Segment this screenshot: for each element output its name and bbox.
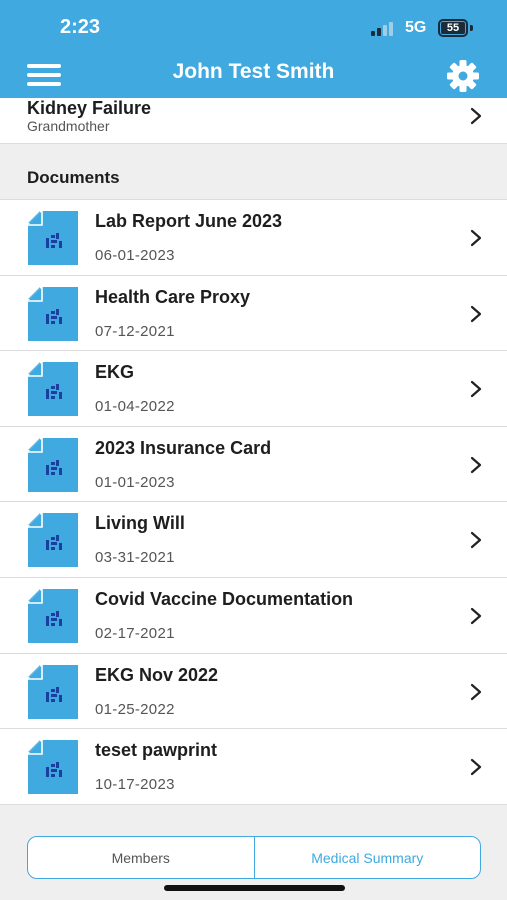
document-row[interactable]: EKG Nov 2022 01-25-2022 xyxy=(0,654,507,730)
relation-label: Grandmother xyxy=(27,118,110,134)
gear-icon[interactable] xyxy=(444,58,482,96)
document-row[interactable]: Living Will 03-31-2021 xyxy=(0,502,507,578)
chevron-right-icon xyxy=(470,107,482,125)
cellular-signal-icon xyxy=(371,22,397,36)
chevron-right-icon xyxy=(470,607,482,625)
document-date: 03-31-2021 xyxy=(95,549,175,567)
chevron-right-icon xyxy=(470,229,482,247)
document-icon xyxy=(28,211,78,265)
document-name: EKG xyxy=(95,362,135,383)
battery-level: 55 xyxy=(441,22,465,34)
document-row[interactable]: teset pawprint 10-17-2023 xyxy=(0,729,507,805)
document-icon xyxy=(28,588,78,643)
document-row[interactable]: 2023 Insurance Card 01-01-2023 xyxy=(0,427,507,503)
chevron-right-icon xyxy=(470,683,482,700)
network-type: 5G xyxy=(405,19,427,36)
document-icon xyxy=(28,664,78,719)
document-date: 07-12-2021 xyxy=(95,322,175,340)
status-time: 2:23 xyxy=(60,16,101,38)
battery-icon: 55 xyxy=(438,19,468,37)
chevron-right-icon xyxy=(470,532,482,549)
document-name: 2023 Insurance Card xyxy=(95,437,272,458)
home-indicator xyxy=(164,885,345,891)
documents-section-label: Documents xyxy=(27,168,120,187)
documents-list: Lab Report June 2023 06-01-2023 Health C… xyxy=(0,199,507,805)
document-date: 10-17-2023 xyxy=(95,776,175,794)
family-history-item[interactable]: Kidney Failure Grandmother xyxy=(0,98,507,144)
document-name: Lab Report June 2023 xyxy=(95,211,283,231)
document-name: Covid Vaccine Documentation xyxy=(95,588,354,609)
document-icon xyxy=(28,362,78,417)
page-title: John Test Smith xyxy=(172,60,335,83)
document-row[interactable]: Covid Vaccine Documentation 02-17-2021 xyxy=(0,578,507,654)
app-header: 2:23 5G 55 John Test Smith xyxy=(0,0,507,98)
document-icon xyxy=(28,286,78,341)
chevron-right-icon xyxy=(470,456,482,473)
tab-medical-summary[interactable]: Medical Summary xyxy=(255,837,481,878)
document-row[interactable]: EKG 01-04-2022 xyxy=(0,351,507,427)
battery-cap xyxy=(470,25,473,31)
document-icon xyxy=(28,437,78,492)
document-date: 01-04-2022 xyxy=(95,398,175,416)
chevron-right-icon xyxy=(470,759,482,776)
document-name: EKG Nov 2022 xyxy=(95,664,219,685)
document-date: 01-01-2023 xyxy=(95,473,175,491)
document-name: teset pawprint xyxy=(95,740,218,761)
tab-members[interactable]: Members xyxy=(28,837,255,878)
document-icon xyxy=(28,740,78,795)
document-date: 06-01-2023 xyxy=(95,247,175,264)
chevron-right-icon xyxy=(470,381,482,398)
condition-name: Kidney Failure xyxy=(27,98,152,118)
document-name: Living Will xyxy=(95,513,185,534)
document-name: Health Care Proxy xyxy=(95,286,251,307)
document-date: 01-25-2022 xyxy=(95,700,175,718)
document-row[interactable]: Health Care Proxy 07-12-2021 xyxy=(0,276,507,352)
chevron-right-icon xyxy=(470,305,482,322)
document-date: 02-17-2021 xyxy=(95,624,175,642)
bottom-tab-bar: Members Medical Summary xyxy=(27,836,481,879)
document-row[interactable]: Lab Report June 2023 06-01-2023 xyxy=(0,200,507,276)
document-icon xyxy=(28,513,78,568)
